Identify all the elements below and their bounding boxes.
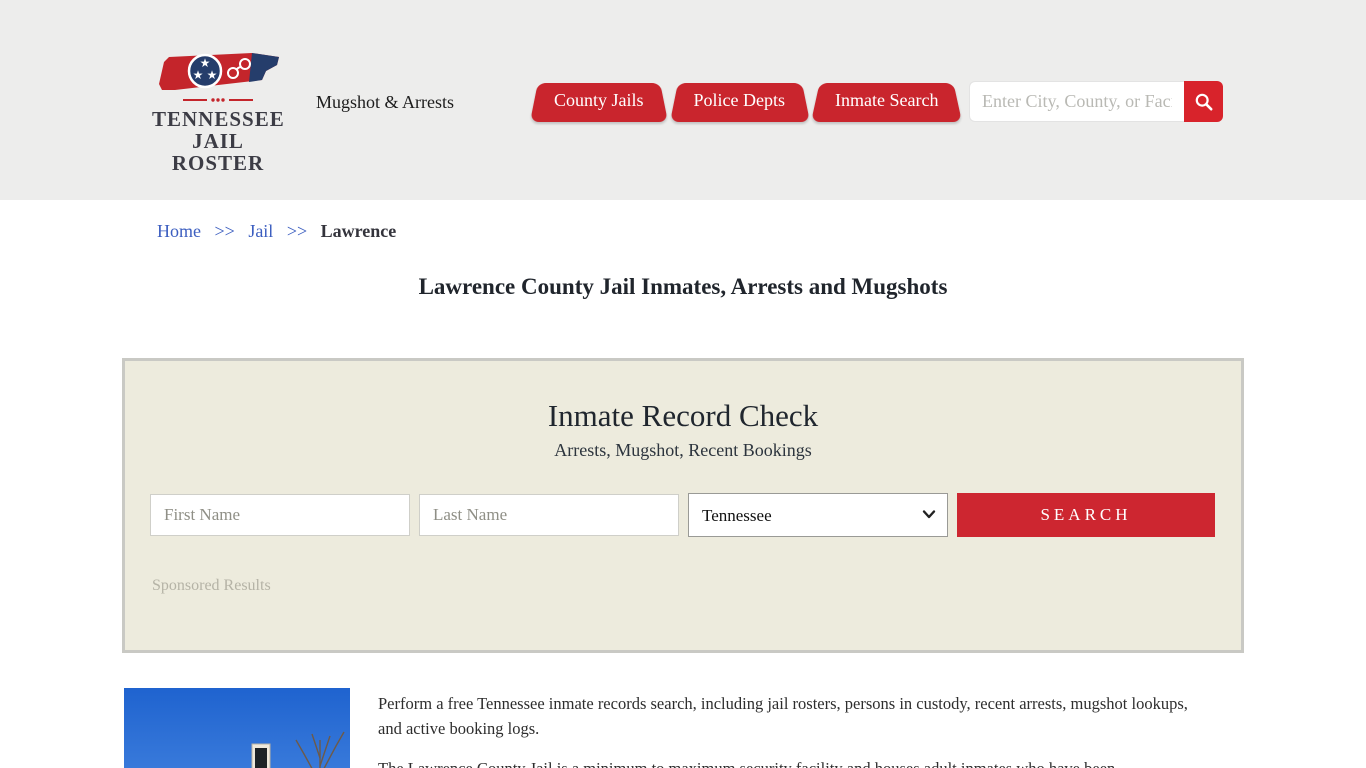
facility-search-button[interactable] — [1184, 81, 1223, 122]
panel-subtitle: Arrests, Mugshot, Recent Bookings — [554, 440, 812, 460]
tennessee-state-icon: ★ ★ ★ — [159, 53, 279, 102]
nav-inmate-search[interactable]: Inmate Search — [811, 78, 962, 122]
panel-title: Inmate Record Check — [547, 398, 819, 433]
breadcrumb-separator: >> — [286, 221, 308, 241]
page-title: Lawrence County Jail Inmates, Arrests an… — [418, 274, 948, 299]
facility-search-input[interactable] — [969, 81, 1184, 122]
jail-photo — [124, 688, 350, 768]
breadcrumb-home[interactable]: Home — [157, 221, 201, 241]
first-name-input[interactable] — [150, 494, 410, 536]
intro-paragraph-2: The Lawrence County Jail is a minimum to… — [378, 757, 1190, 768]
sponsored-results-label: Sponsored Results — [152, 577, 271, 594]
state-select-wrap: Tennessee — [688, 493, 948, 537]
site-tagline: Mugshot & Arrests — [316, 92, 455, 112]
breadcrumb-separator: >> — [214, 221, 235, 241]
main-nav: County Jails Police Depts Inmate Search — [530, 78, 962, 122]
nav-police-depts[interactable]: Police Depts — [670, 78, 810, 122]
header-search — [969, 81, 1223, 122]
intro-paragraph-1: Perform a free Tennessee inmate records … — [378, 694, 1188, 738]
svg-text:★: ★ — [207, 68, 218, 82]
search-icon — [1195, 93, 1213, 111]
inmate-search-form: Tennessee SEARCH — [150, 493, 1241, 537]
nav-county-jails-label: County Jails — [554, 89, 644, 110]
logo-text-line2: JAIL ROSTER — [171, 129, 265, 175]
search-button[interactable]: SEARCH — [957, 493, 1215, 537]
site-logo[interactable]: ★ ★ ★ TENNESSEE JAIL ROSTER — [152, 50, 284, 174]
nav-inmate-search-label: Inmate Search — [835, 89, 939, 110]
breadcrumb-current: Lawrence — [320, 221, 397, 241]
nav-police-depts-label: Police Depts — [693, 89, 786, 110]
state-select[interactable]: Tennessee — [688, 493, 948, 537]
logo-text-line1: TENNESSEE — [152, 107, 285, 131]
breadcrumb-jail[interactable]: Jail — [248, 221, 273, 241]
last-name-input[interactable] — [419, 494, 679, 536]
breadcrumb: Home >> Jail >> Lawrence — [157, 221, 396, 242]
nav-county-jails[interactable]: County Jails — [530, 78, 668, 122]
svg-text:★: ★ — [193, 68, 204, 82]
inmate-record-check-panel: Inmate Record Check Arrests, Mugshot, Re… — [122, 358, 1244, 653]
intro-copy: Perform a free Tennessee inmate records … — [378, 692, 1190, 768]
page: ★ ★ ★ TENNESSEE JAIL ROSTER Mugshot & Ar… — [0, 0, 1366, 768]
site-header: ★ ★ ★ TENNESSEE JAIL ROSTER Mugshot & Ar… — [0, 0, 1366, 200]
